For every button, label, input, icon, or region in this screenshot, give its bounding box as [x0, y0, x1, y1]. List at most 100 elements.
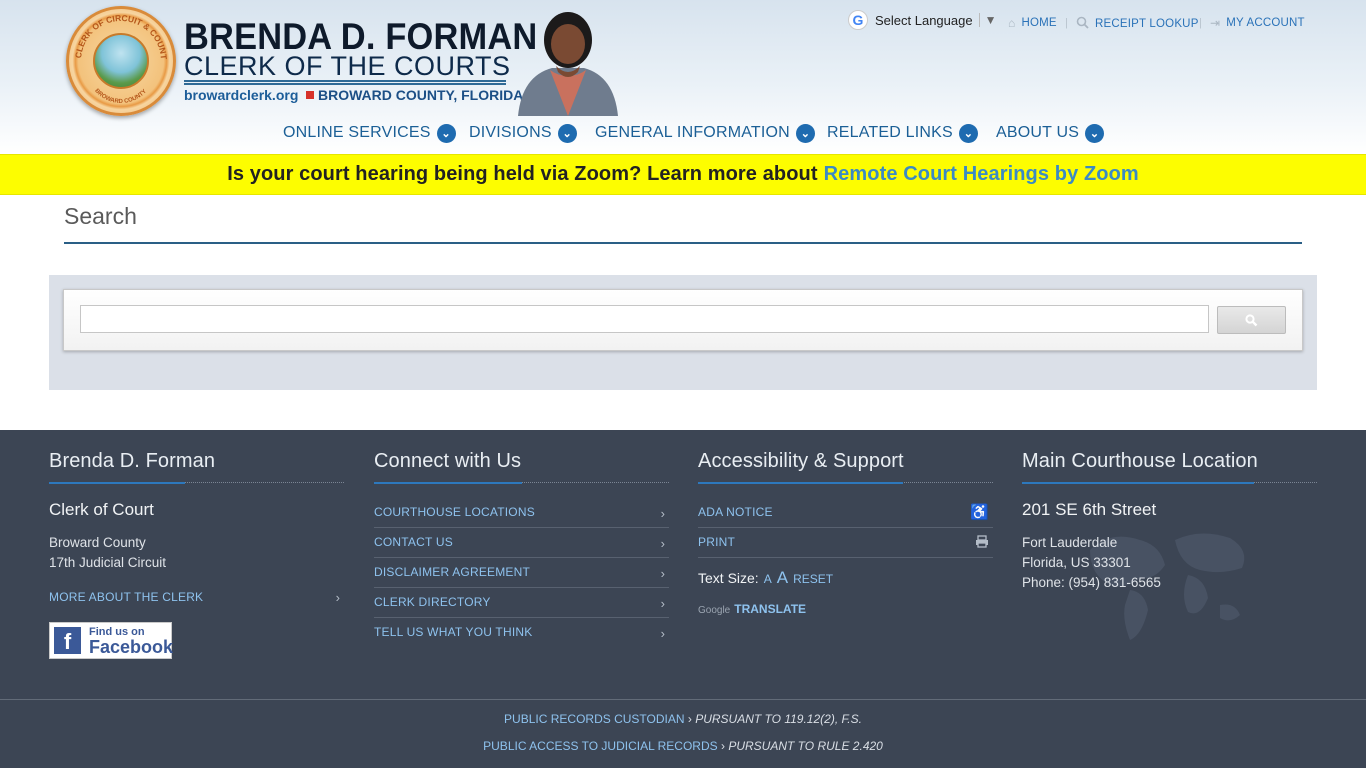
link-label: DISCLAIMER AGREEMENT	[374, 565, 531, 579]
legal-line-1: PUBLIC RECORDS CUSTODIAN › PURSUANT TO 1…	[0, 712, 1366, 726]
site-header: CLERK OF CIRCUIT & COUNTY COURT BROWARD …	[0, 0, 1366, 154]
link-label: ADA NOTICE	[698, 505, 773, 519]
receipt-lookup-link[interactable]: RECEIPT LOOKUP	[1076, 16, 1199, 32]
chevron-down-icon[interactable]: ⌄	[557, 123, 577, 143]
nav-label: ABOUT US	[996, 124, 1080, 141]
footer-heading-accent	[49, 482, 185, 484]
chevron-down-icon[interactable]: ⌄	[958, 123, 978, 143]
chevron-right-icon: ›	[335, 590, 340, 605]
dropdown-arrow-icon[interactable]: ▼	[985, 13, 997, 27]
text-size-large-button[interactable]: A	[777, 568, 788, 588]
chevron-right-icon: ›	[660, 596, 665, 611]
county-label[interactable]: BROWARD COUNTY, FLORIDA	[318, 87, 523, 103]
home-link[interactable]: ⌂ HOME	[1008, 16, 1057, 30]
legal-bar	[0, 699, 1366, 768]
clerk-directory-link[interactable]: CLERK DIRECTORY ›	[374, 588, 669, 618]
clerk-seal-logo[interactable]: CLERK OF CIRCUIT & COUNTY COURT BROWARD …	[66, 6, 176, 116]
nav-label: RELATED LINKS	[827, 124, 953, 141]
chevron-down-icon[interactable]: ⌄	[1085, 123, 1105, 143]
search-icon	[1245, 313, 1258, 326]
google-g-icon: G	[848, 10, 868, 30]
printer-icon	[975, 535, 989, 551]
more-about-clerk-link[interactable]: MORE ABOUT THE CLERK ›	[49, 580, 344, 610]
seal-center-image	[93, 33, 149, 89]
footer-heading-accent	[374, 482, 522, 484]
clerk-of-court-title: Clerk of Court	[49, 500, 154, 519]
clerk-subtitle[interactable]: CLERK OF THE COURTS	[184, 51, 511, 82]
facebook-icon: f	[54, 627, 81, 654]
search-input[interactable]	[80, 305, 1209, 333]
footer-heading: Connect with Us	[374, 450, 522, 472]
link-label: PRINT	[698, 535, 735, 549]
translate-label: TRANSLATE	[734, 602, 807, 616]
site-url[interactable]: browardclerk.org	[184, 87, 298, 103]
footer-heading: Brenda D. Forman	[49, 450, 216, 472]
util-divider: |	[1065, 17, 1068, 29]
remote-hearings-link[interactable]: Remote Court Hearings by Zoom	[824, 163, 1139, 186]
separator-chevron: ›	[721, 739, 725, 753]
footer-heading: Accessibility & Support	[698, 450, 904, 472]
banner-text: Is your court hearing being held via Zoo…	[227, 163, 818, 185]
separator-square	[306, 91, 314, 99]
google-logo-text: Google	[698, 605, 731, 616]
language-divider	[978, 13, 980, 27]
chevron-right-icon: ›	[660, 626, 665, 641]
courthouse-locations-link[interactable]: COURTHOUSE LOCATIONS ›	[374, 498, 669, 528]
svg-text:BROWARD COUNTY: BROWARD COUNTY	[93, 88, 148, 105]
nav-divisions[interactable]: DIVISIONS ⌄	[469, 121, 577, 145]
language-label: Select Language	[875, 12, 973, 28]
separator-chevron: ›	[687, 712, 692, 726]
feedback-link[interactable]: TELL US WHAT YOU THINK ›	[374, 618, 669, 648]
footer-col-accessibility: Accessibility & Support ADA NOTICE ♿ PRI…	[698, 450, 993, 690]
chevron-right-icon: ›	[660, 536, 665, 551]
legal-line-2: PUBLIC ACCESS TO JUDICIAL RECORDS › PURS…	[0, 739, 1366, 753]
footer-heading-accent	[698, 482, 903, 484]
nav-label: DIVISIONS	[469, 124, 552, 141]
public-records-custodian-link[interactable]: PUBLIC RECORDS CUSTODIAN	[504, 712, 684, 726]
nav-about-us[interactable]: ABOUT US ⌄	[996, 121, 1105, 145]
search-button[interactable]	[1217, 306, 1286, 334]
search-icon	[1076, 16, 1089, 32]
state-zip-text: Florida, US 33301	[1022, 555, 1131, 570]
chevron-right-icon: ›	[660, 566, 665, 581]
util-divider: |	[1199, 17, 1202, 29]
link-label: CLERK DIRECTORY	[374, 595, 491, 609]
wheelchair-icon: ♿	[970, 504, 989, 521]
clerk-portrait-image	[518, 12, 618, 116]
main-navigation: ONLINE SERVICES ⌄ DIVISIONS ⌄ GENERAL IN…	[0, 121, 1366, 145]
my-account-link[interactable]: ⇥ MY ACCOUNT	[1210, 16, 1305, 30]
heading-divider	[64, 242, 1302, 244]
home-label: HOME	[1021, 17, 1057, 29]
street-address: 201 SE 6th Street	[1022, 500, 1157, 519]
link-label: CONTACT US	[374, 535, 453, 549]
county-text: Broward County	[49, 535, 146, 550]
text-size-controls: Text Size: A A RESET	[698, 568, 833, 588]
nav-online-services[interactable]: ONLINE SERVICES ⌄	[283, 121, 456, 145]
print-link[interactable]: PRINT	[698, 528, 993, 558]
link-label: TELL US WHAT YOU THINK	[374, 625, 533, 639]
disclaimer-agreement-link[interactable]: DISCLAIMER AGREEMENT ›	[374, 558, 669, 588]
zoom-announcement-banner: Is your court hearing being held via Zoo…	[0, 154, 1366, 195]
link-label: MORE ABOUT THE CLERK	[49, 590, 204, 604]
nav-label: GENERAL INFORMATION	[595, 124, 790, 141]
language-selector[interactable]: G Select Language ▼	[848, 9, 996, 31]
title-rule	[184, 80, 506, 85]
text-size-reset-button[interactable]: RESET	[793, 572, 833, 586]
footer-col-location: Main Courthouse Location 201 SE 6th Stre…	[1022, 450, 1317, 690]
nav-related-links[interactable]: RELATED LINKS ⌄	[827, 121, 978, 145]
chevron-down-icon[interactable]: ⌄	[795, 123, 815, 143]
facebook-button[interactable]: f Find us on Facebook	[49, 622, 173, 659]
text-size-label: Text Size:	[698, 570, 759, 586]
public-access-records-link[interactable]: PUBLIC ACCESS TO JUDICIAL RECORDS	[483, 739, 718, 753]
nav-general-information[interactable]: GENERAL INFORMATION ⌄	[595, 121, 815, 145]
text-size-small-button[interactable]: A	[764, 572, 772, 586]
google-translate-link[interactable]: Google TRANSLATE	[698, 602, 806, 616]
sign-in-icon: ⇥	[1210, 16, 1221, 30]
site-footer: Brenda D. Forman Clerk of Court Broward …	[0, 430, 1366, 768]
contact-us-link[interactable]: CONTACT US ›	[374, 528, 669, 558]
rule-text: PURSUANT TO RULE 2.420	[728, 739, 883, 753]
footer-col-connect: Connect with Us COURTHOUSE LOCATIONS › C…	[374, 450, 669, 690]
chevron-down-icon[interactable]: ⌄	[436, 123, 456, 143]
footer-heading: Main Courthouse Location	[1022, 450, 1258, 472]
ada-notice-link[interactable]: ADA NOTICE ♿	[698, 498, 993, 528]
